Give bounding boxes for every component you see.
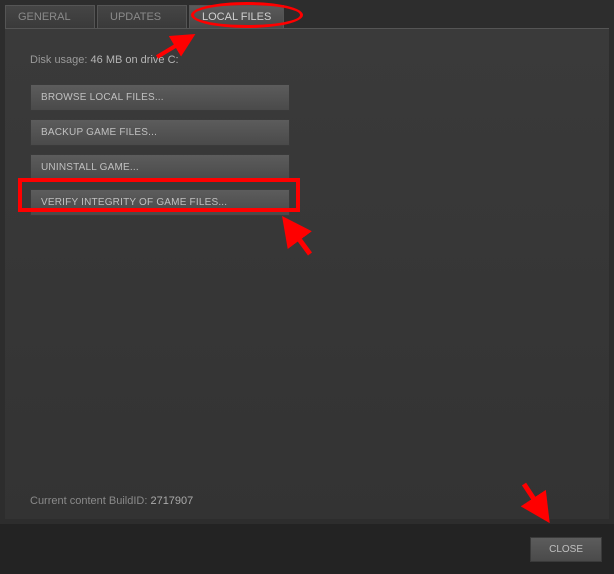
disk-usage-value: 46 MB on drive C: — [91, 54, 179, 66]
tab-local-files[interactable]: LOCAL FILES — [189, 5, 284, 28]
tab-updates[interactable]: UPDATES — [97, 5, 187, 28]
build-id-label: Current content BuildID: — [30, 495, 150, 507]
tab-general[interactable]: GENERAL — [5, 5, 95, 28]
action-button-group: BROWSE LOCAL FILES... BACKUP GAME FILES.… — [30, 84, 584, 216]
build-id-value: 2717907 — [150, 495, 193, 507]
browse-local-files-button[interactable]: BROWSE LOCAL FILES... — [30, 84, 290, 111]
close-button[interactable]: CLOSE — [530, 537, 602, 562]
backup-game-files-button[interactable]: BACKUP GAME FILES... — [30, 119, 290, 146]
tab-bar: GENERAL UPDATES LOCAL FILES — [0, 0, 614, 28]
disk-usage-text: Disk usage: 46 MB on drive C: — [30, 54, 584, 66]
verify-integrity-button[interactable]: VERIFY INTEGRITY OF GAME FILES... — [30, 189, 290, 216]
content-panel: Disk usage: 46 MB on drive C: BROWSE LOC… — [5, 29, 609, 519]
build-id-text: Current content BuildID: 2717907 — [30, 495, 193, 507]
disk-usage-label: Disk usage: — [30, 54, 91, 66]
uninstall-game-button[interactable]: UNINSTALL GAME... — [30, 154, 290, 181]
footer-bar: CLOSE — [0, 524, 614, 574]
